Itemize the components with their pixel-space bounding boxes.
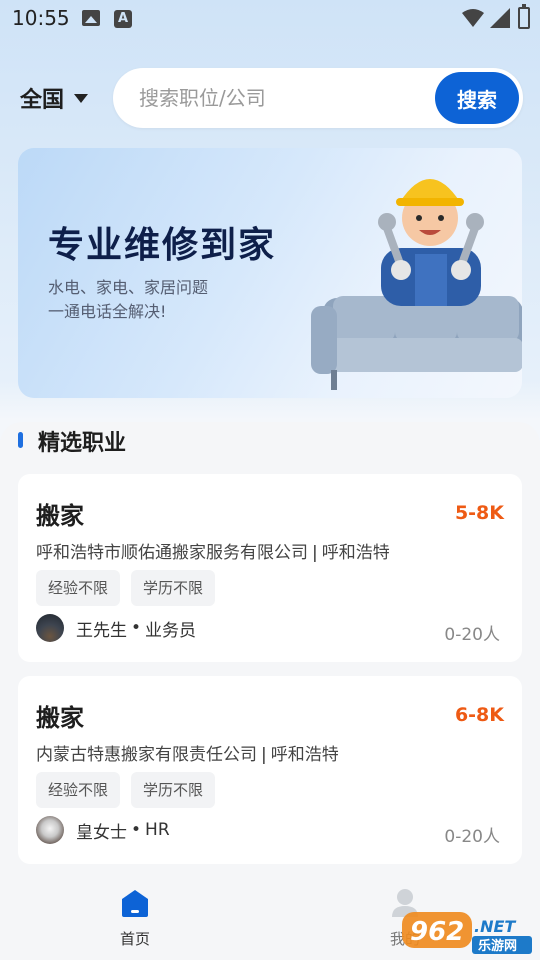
bullet: • [131, 618, 142, 638]
promo-banner[interactable]: 专业维修到家 水电、家电、家居问题 一通电话全解决! [18, 148, 522, 398]
banner-subtitle-line2: 一通电话全解决! [48, 302, 167, 321]
signal-icon [490, 8, 510, 28]
recruiter-role: HR [145, 820, 170, 840]
company-name: 呼和浩特市顺佑通搬家服务有限公司 [36, 543, 308, 563]
experience-tag: 经验不限 [36, 772, 121, 808]
nav-home-label: 首页 [119, 930, 150, 948]
recruiter-role: 业务员 [145, 620, 197, 641]
nav-home-tab[interactable]: 首页 [100, 888, 170, 952]
separator: | [312, 543, 318, 563]
job-card[interactable]: 搬家 5-8K 呼和浩特市顺佑通搬家服务有限公司 | 呼和浩特 经验不限 学历不限 … [18, 474, 522, 662]
job-salary: 5-8K [454, 502, 504, 524]
company-name: 内蒙古特惠搬家有限责任公司 [36, 745, 257, 765]
search-box: 搜索 [113, 68, 523, 128]
status-bar: 10:55 A [0, 0, 540, 40]
status-time: 10:55 [12, 6, 70, 30]
search-input[interactable] [139, 82, 419, 114]
avatar [36, 614, 64, 642]
job-company-line: 内蒙古特惠搬家有限责任公司 | 呼和浩特 [36, 740, 339, 765]
job-title: 搬家 [36, 704, 84, 732]
region-label: 全国 [20, 88, 65, 113]
job-city: 呼和浩特 [270, 745, 339, 765]
caret-down-icon [74, 93, 89, 103]
svg-text:962: 962 [410, 917, 464, 947]
svg-text:.NET: .NET [474, 917, 516, 936]
company-size: 0-20人 [444, 625, 500, 645]
bullet: • [131, 820, 142, 840]
svg-text:乐游网: 乐游网 [478, 938, 517, 954]
recruiter-info: 王先生 • 业务员 [36, 614, 196, 642]
section-title: 精选职业 [38, 431, 127, 456]
job-title: 搬家 [36, 502, 84, 530]
a-icon: A [114, 10, 132, 28]
recruiter-info: 皇女士 • HR [36, 816, 170, 844]
education-tag: 学历不限 [131, 570, 216, 606]
battery-icon [518, 4, 530, 29]
home-icon [122, 890, 148, 917]
recruiter-name: 皇女士 [76, 822, 127, 843]
education-tag: 学历不限 [131, 772, 216, 808]
job-card[interactable]: 搬家 6-8K 内蒙古特惠搬家有限责任公司 | 呼和浩特 经验不限 学历不限 皇女士… [18, 676, 522, 864]
wifi-icon [462, 9, 484, 27]
image-icon [82, 10, 100, 26]
section-marker [18, 432, 23, 448]
region-selector[interactable]: 全国 [20, 82, 89, 114]
search-button[interactable]: 搜索 [435, 72, 519, 124]
recruiter-name: 王先生 [76, 620, 127, 641]
repairman-illustration [311, 179, 522, 390]
avatar [36, 816, 64, 844]
experience-tag: 经验不限 [36, 570, 121, 606]
banner-title: 专业维修到家 [48, 225, 277, 266]
job-salary: 6-8K [454, 704, 504, 726]
job-city: 呼和浩特 [321, 543, 390, 563]
company-size: 0-20人 [444, 827, 500, 847]
watermark-logo: 962 .NET 乐游网 [402, 912, 532, 954]
job-company-line: 呼和浩特市顺佑通搬家服务有限公司 | 呼和浩特 [36, 538, 390, 563]
banner-subtitle-line1: 水电、家电、家居问题 [48, 278, 209, 297]
separator: | [261, 745, 267, 765]
